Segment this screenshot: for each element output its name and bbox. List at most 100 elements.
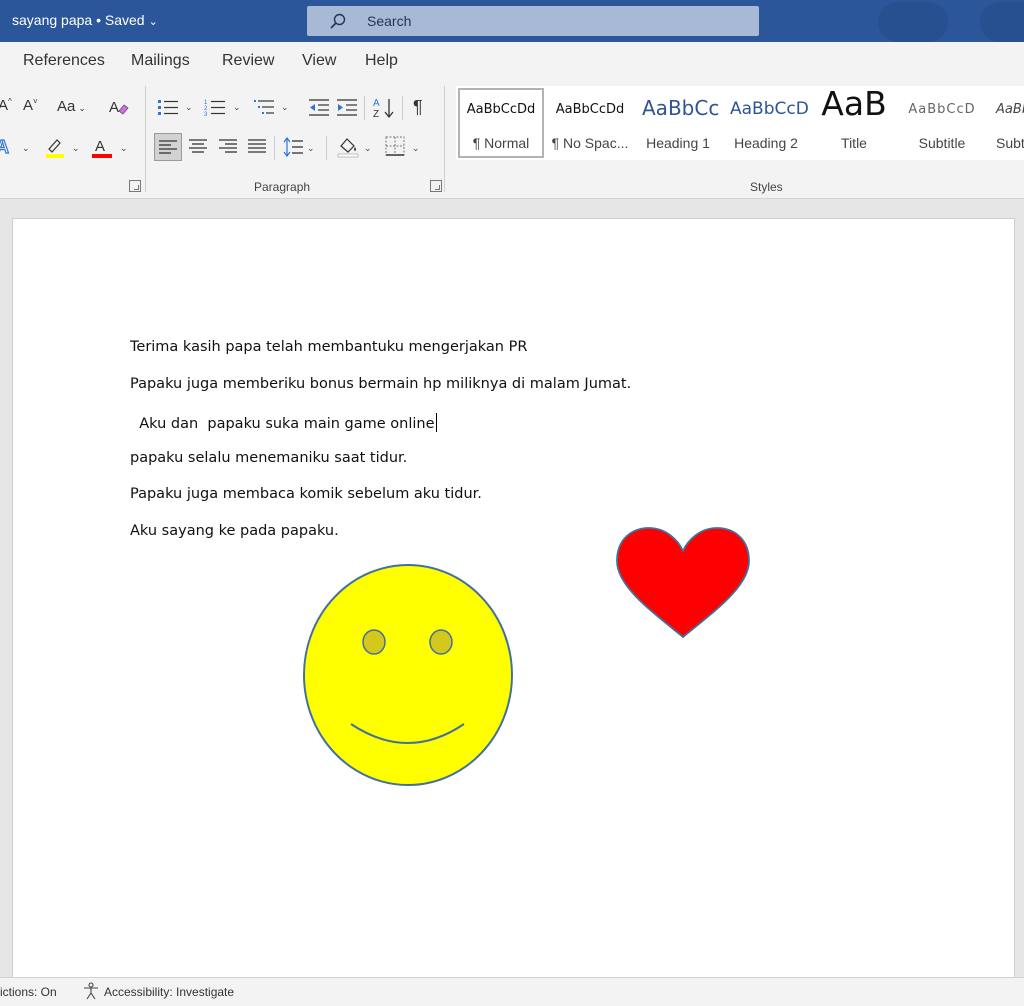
style-name: Title xyxy=(841,135,867,151)
align-right-icon[interactable] xyxy=(219,138,237,154)
align-left-icon xyxy=(159,140,177,154)
chevron-down-icon[interactable]: ⌄ xyxy=(120,143,128,154)
divider xyxy=(274,136,275,160)
numbering-icon[interactable]: 123 xyxy=(204,97,226,117)
smiley-face-circle xyxy=(303,564,513,786)
paragraph[interactable]: Papaku juga membaca komik sebelum aku ti… xyxy=(130,486,482,502)
style-sample: AaBbCcD xyxy=(908,102,976,117)
group-divider xyxy=(444,86,445,192)
search-placeholder: Search xyxy=(367,13,412,29)
tab-references[interactable]: References xyxy=(23,52,105,70)
chevron-down-icon[interactable]: ⌄ xyxy=(233,102,241,113)
chevron-down-icon[interactable]: ⌄ xyxy=(412,143,420,154)
align-center-icon[interactable] xyxy=(189,138,207,154)
paragraph[interactable]: Terima kasih papa telah membantuku menge… xyxy=(130,339,527,355)
tab-mailings[interactable]: Mailings xyxy=(131,52,190,70)
paragraph[interactable]: Aku dan papaku suka main game online xyxy=(130,416,434,432)
change-case-label: Aa xyxy=(57,98,76,115)
clear-formatting-icon[interactable]: A xyxy=(108,96,130,118)
paragraph[interactable]: Aku sayang ke pada papaku. xyxy=(130,523,339,539)
style-name: Heading 2 xyxy=(734,135,798,151)
style-name: ¶ Normal xyxy=(472,135,530,151)
style-sample: AaBbCc xyxy=(642,96,720,120)
document-title[interactable]: sayang papa • Saved ⌄ xyxy=(12,12,158,28)
style-name: ¶ No Spac... xyxy=(551,135,629,151)
increase-indent-icon[interactable] xyxy=(336,97,358,117)
style-subtle-emphasis[interactable]: AaBb Subt xyxy=(986,86,1024,160)
style-name: Subtitle xyxy=(918,135,966,151)
search-icon xyxy=(330,13,346,29)
align-left-button[interactable] xyxy=(154,133,182,161)
text-cursor xyxy=(435,413,437,432)
chevron-down-icon[interactable]: ⌄ xyxy=(185,102,193,113)
ribbon-tabs: References Mailings Review View Help xyxy=(0,42,1024,80)
style-subtitle[interactable]: AaBbCcD Subtitle xyxy=(898,86,986,160)
justify-icon[interactable] xyxy=(248,138,266,154)
multilevel-list-icon[interactable] xyxy=(253,97,275,117)
style-sample: AaBb xyxy=(996,102,1024,117)
paragraph-with-cursor[interactable]: Aku dan papaku suka main game online xyxy=(130,413,437,432)
text-effects-icon[interactable]: A xyxy=(0,136,16,158)
line-spacing-icon[interactable] xyxy=(282,136,304,158)
chevron-down-icon[interactable]: ⌄ xyxy=(72,143,80,154)
svg-text:A: A xyxy=(373,98,380,109)
search-box[interactable]: Search xyxy=(307,6,759,36)
shading-icon[interactable] xyxy=(336,135,360,159)
borders-icon[interactable] xyxy=(385,136,405,156)
tab-view[interactable]: View xyxy=(302,52,336,70)
chevron-down-icon[interactable]: ⌄ xyxy=(307,143,315,154)
shrink-font-button[interactable]: A˅ xyxy=(23,97,38,114)
svg-text:A: A xyxy=(0,137,9,157)
chevron-down-icon[interactable]: ⌄ xyxy=(364,143,372,154)
font-color-icon[interactable]: A xyxy=(91,136,113,160)
decorative-banner xyxy=(878,2,948,42)
font-dialog-launcher[interactable] xyxy=(129,180,141,192)
grow-font-button[interactable]: A^ xyxy=(0,97,12,114)
smiley-face-shape[interactable] xyxy=(301,562,517,790)
chevron-down-icon[interactable]: ⌄ xyxy=(149,15,158,28)
status-bar: ictions: On Accessibility: Investigate xyxy=(0,977,1024,1006)
style-heading-1[interactable]: AaBbCc Heading 1 xyxy=(634,86,722,160)
document-page[interactable]: Terima kasih papa telah membantuku menge… xyxy=(12,218,1015,979)
text-predictions-status[interactable]: ictions: On xyxy=(0,985,57,999)
sort-icon[interactable]: A Z xyxy=(372,96,396,120)
document-title-text: sayang papa • Saved xyxy=(12,12,145,28)
right-eye xyxy=(429,629,453,655)
chevron-down-icon[interactable]: ⌄ xyxy=(22,143,30,154)
chevron-down-icon[interactable]: ⌄ xyxy=(281,102,289,113)
style-sample: AaBbCcDd xyxy=(466,102,536,117)
style-sample: AaBbCcD xyxy=(730,99,809,119)
paragraph-dialog-launcher[interactable] xyxy=(430,180,442,192)
svg-text:A: A xyxy=(95,138,105,155)
paragraph[interactable]: Papaku juga memberiku bonus bermain hp m… xyxy=(130,376,631,392)
tab-review[interactable]: Review xyxy=(222,52,274,70)
styles-gallery: AaBbCcDd ¶ Normal AaBbCcDd ¶ No Spac... … xyxy=(456,86,1024,160)
change-case-button[interactable]: Aa ⌄ xyxy=(57,98,86,115)
divider xyxy=(326,136,327,160)
heart-shape[interactable] xyxy=(614,525,752,641)
svg-text:Z: Z xyxy=(373,109,379,120)
paragraph-group-label: Paragraph xyxy=(254,180,311,194)
tab-help[interactable]: Help xyxy=(365,52,398,70)
styles-group-label: Styles xyxy=(750,180,783,194)
highlighter-icon[interactable] xyxy=(44,136,66,160)
style-sample: AaBbCcDd xyxy=(555,102,625,117)
style-no-spacing[interactable]: AaBbCcDd ¶ No Spac... xyxy=(546,86,634,160)
accessibility-status[interactable]: Accessibility: Investigate xyxy=(104,985,234,999)
group-divider xyxy=(145,86,146,192)
style-heading-2[interactable]: AaBbCcD Heading 2 xyxy=(722,86,810,160)
bullets-icon[interactable] xyxy=(157,97,179,117)
decorative-banner xyxy=(980,2,1024,42)
divider xyxy=(402,96,403,120)
decrease-indent-icon[interactable] xyxy=(308,97,330,117)
paragraph[interactable]: papaku selalu menemaniku saat tidur. xyxy=(130,450,407,466)
style-sample: AaB xyxy=(821,86,887,123)
accessibility-icon xyxy=(84,982,98,1000)
style-title[interactable]: AaB Title xyxy=(810,86,898,160)
title-bar: sayang papa • Saved ⌄ Search xyxy=(0,0,1024,42)
style-normal[interactable]: AaBbCcDd ¶ Normal xyxy=(456,86,546,160)
divider xyxy=(364,96,365,120)
ribbon: A^ A˅ Aa ⌄ A A ⌄ ⌄ A ⌄ ⌄ 123 ⌄ ⌄ A Z ¶ ⌄… xyxy=(0,80,1024,199)
show-formatting-marks-button[interactable]: ¶ xyxy=(413,97,423,118)
heart-outline xyxy=(616,527,750,639)
